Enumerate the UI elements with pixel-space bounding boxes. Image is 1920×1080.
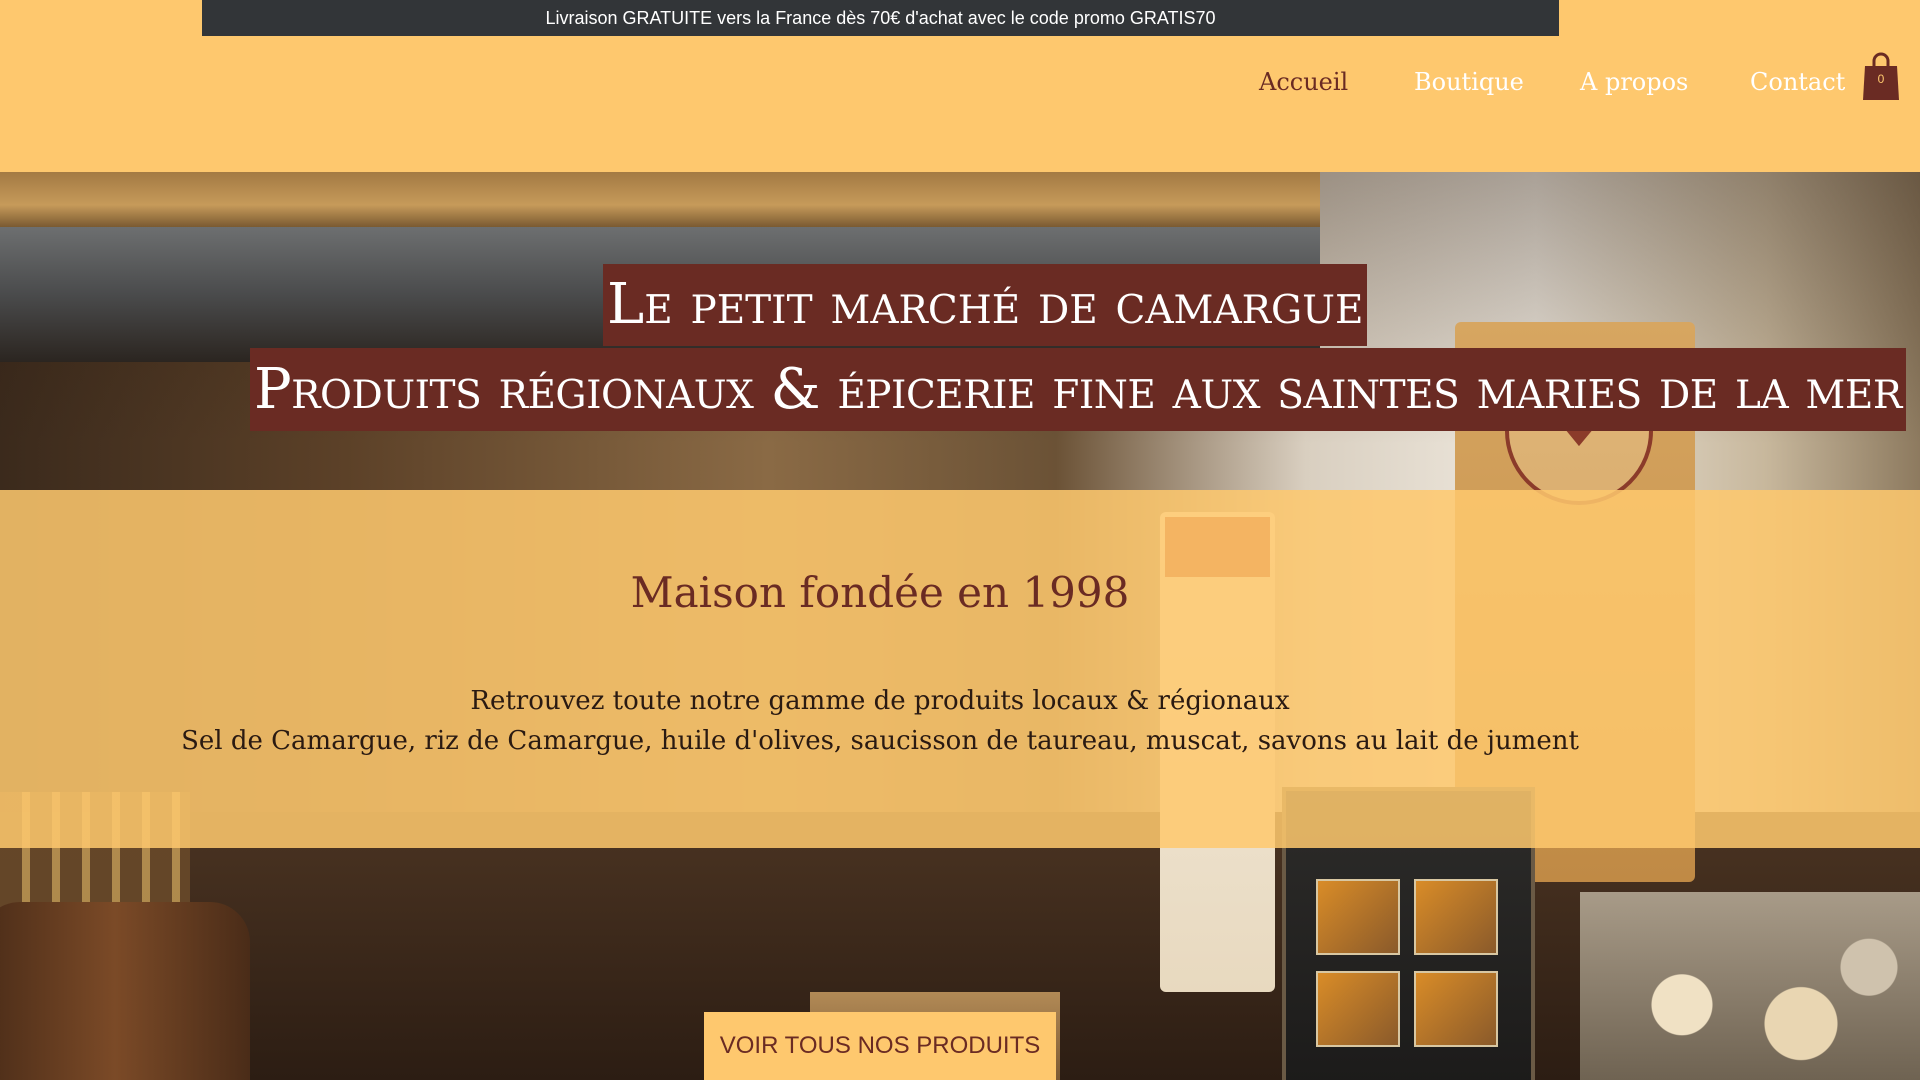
nav-item-accueil[interactable]: Accueil (1259, 62, 1348, 102)
view-products-button[interactable]: VOIR TOUS NOS PRODUITS (704, 1012, 1056, 1080)
intro-band (0, 490, 1920, 848)
nav-item-boutique[interactable]: Boutique (1414, 62, 1524, 102)
cart-count: 0 (1877, 72, 1885, 86)
promo-text: Livraison GRATUITE vers la France dès 70… (545, 7, 1216, 28)
intro-heading: Maison fondée en 1998 (630, 568, 1130, 617)
hero-title: Le petit marché de camargue (603, 264, 1368, 346)
nav-item-a-propos[interactable]: A propos (1580, 62, 1688, 102)
page: Livraison GRATUITE vers la France dès 70… (0, 0, 1920, 1080)
site-header: Livraison GRATUITE vers la France dès 70… (0, 0, 1920, 172)
intro-line-1: Retrouvez toute notre gamme de produits … (470, 686, 1290, 716)
hero-subtitle: Produits régionaux & épicerie fine aux s… (250, 348, 1906, 431)
promo-banner: Livraison GRATUITE vers la France dès 70… (202, 0, 1559, 36)
intro-line-2: Sel de Camargue, riz de Camargue, huile … (181, 726, 1579, 756)
cart-button[interactable]: 0 (1862, 52, 1900, 102)
nav-item-contact[interactable]: Contact (1750, 62, 1845, 102)
main-nav: Accueil Boutique A propos Contact (0, 62, 1920, 102)
